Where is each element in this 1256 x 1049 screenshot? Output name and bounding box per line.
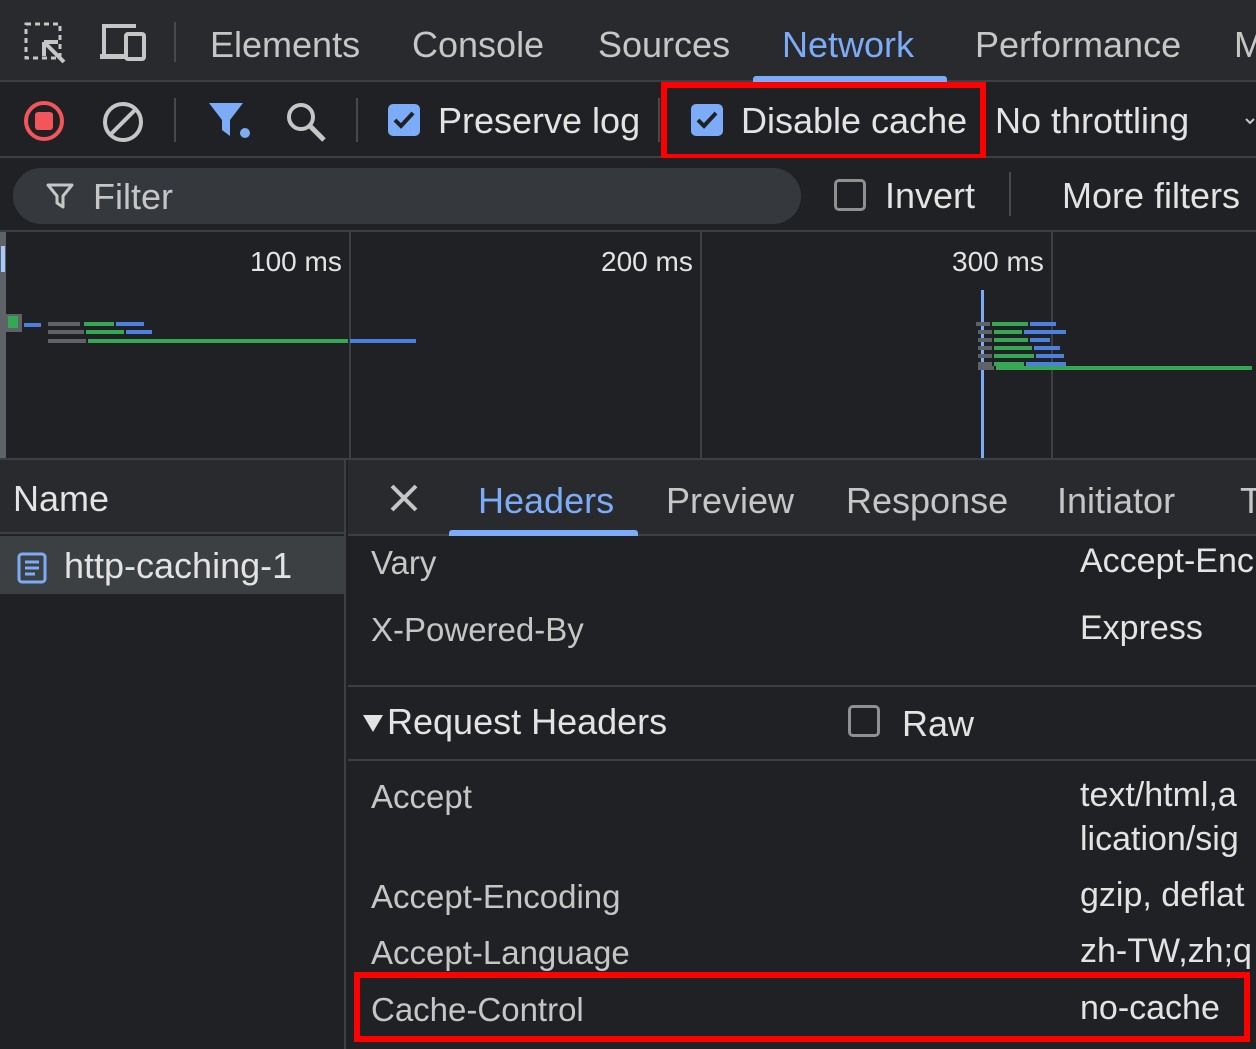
request-headers-title: Request Headers	[387, 701, 668, 742]
waterfall-overview	[6, 314, 1252, 370]
request-name: http-caching-1	[64, 545, 293, 586]
toolbar-divider	[174, 22, 176, 62]
header-value: text/html,a	[1080, 776, 1237, 814]
tab-timing-truncated[interactable]: T	[1240, 480, 1256, 522]
disable-cache-highlight	[661, 82, 986, 160]
name-column-label: Name	[13, 478, 110, 519]
close-icon[interactable]	[388, 482, 420, 514]
tab-sources[interactable]: Sources	[598, 24, 730, 66]
name-column-header[interactable]: Name	[0, 460, 344, 534]
active-detail-tab-indicator	[449, 530, 638, 536]
toolbar-divider	[1009, 172, 1011, 216]
header-value: Express	[1080, 609, 1203, 647]
document-icon	[16, 552, 48, 584]
raw-label[interactable]: Raw	[902, 703, 974, 745]
request-detail-panel: Headers Preview Response Initiator T Var…	[348, 460, 1256, 1049]
header-name: Vary	[371, 544, 437, 581]
tab-network[interactable]: Network	[782, 24, 914, 66]
tab-response[interactable]: Response	[846, 480, 1008, 522]
header-name: X-Powered-By	[371, 611, 584, 648]
search-icon[interactable]	[284, 100, 328, 144]
triangle-down-icon[interactable]	[362, 713, 384, 733]
preserve-log-label[interactable]: Preserve log	[438, 100, 640, 142]
tab-preview[interactable]: Preview	[666, 480, 794, 522]
invert-label[interactable]: Invert	[885, 175, 975, 217]
cache-control-highlight	[354, 972, 1250, 1042]
more-filters-button[interactable]: More filters	[1062, 175, 1240, 217]
request-list: Name http-caching-1	[0, 460, 346, 1049]
checkmark-icon	[393, 111, 415, 129]
filter-row: Filter Invert More filters	[0, 158, 1256, 232]
network-overview-timeline[interactable]: 100 ms 200 ms 300 ms	[0, 232, 1256, 460]
funnel-icon	[45, 181, 75, 211]
header-name: Accept-Language	[371, 934, 630, 971]
tab-console[interactable]: Console	[412, 24, 544, 66]
device-toolbar-icon[interactable]	[98, 20, 146, 66]
filter-input[interactable]: Filter	[13, 168, 801, 224]
stop-recording-icon[interactable]	[22, 99, 66, 143]
raw-checkbox[interactable]	[848, 705, 880, 737]
detail-tab-bar: Headers Preview Response Initiator T	[348, 460, 1256, 536]
network-toolbar: Preserve log Disable cache No throttling	[0, 82, 1256, 160]
waterfall-cluster-2	[976, 322, 1252, 370]
devtools-tab-bar: Elements Console Sources Network Perform…	[0, 0, 1256, 82]
header-value-continued: lication/sig	[1080, 820, 1239, 858]
header-value: zh-TW,zh;q	[1080, 932, 1252, 970]
tab-performance[interactable]: Performance	[975, 24, 1181, 66]
clear-icon[interactable]	[100, 99, 146, 145]
tab-elements[interactable]: Elements	[210, 24, 360, 66]
filter-funnel-icon[interactable]	[207, 100, 253, 142]
inspect-element-icon[interactable]	[22, 20, 70, 66]
tab-initiator[interactable]: Initiator	[1057, 480, 1175, 522]
chevron-down-icon[interactable]	[1244, 114, 1256, 126]
request-row[interactable]: http-caching-1	[0, 536, 344, 594]
header-value: gzip, deflat	[1080, 876, 1245, 914]
header-value: Accept-Enc	[1080, 542, 1254, 580]
request-headers-section-header[interactable]: Request Headers Raw	[348, 687, 1256, 759]
tab-more-truncated[interactable]: M	[1234, 24, 1256, 66]
waterfall-cluster-1	[6, 314, 416, 343]
toolbar-divider	[658, 98, 660, 142]
header-name: Accept-Encoding	[371, 878, 621, 915]
preserve-log-checkbox[interactable]	[388, 104, 420, 136]
invert-checkbox[interactable]	[834, 179, 866, 211]
toolbar-divider	[356, 98, 358, 142]
filter-placeholder: Filter	[93, 176, 173, 217]
toolbar-divider	[174, 98, 176, 142]
tab-headers[interactable]: Headers	[478, 480, 614, 522]
throttling-select[interactable]: No throttling	[995, 100, 1189, 142]
section-divider	[348, 759, 1256, 761]
header-name: Accept	[371, 778, 472, 815]
